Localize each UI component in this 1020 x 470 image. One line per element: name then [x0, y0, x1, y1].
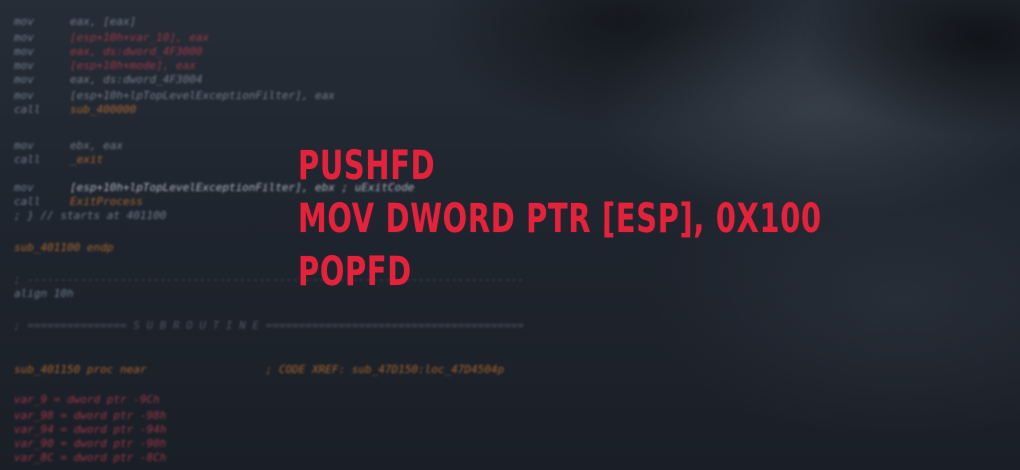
code-operand: _exit [70, 153, 104, 166]
code-mnemonic: mov [14, 139, 34, 152]
code-line: var_9 = dword ptr -9Ch [14, 393, 160, 406]
code-operand: [esp+10h+mode], eax [70, 59, 196, 72]
code-line: align 10h [14, 287, 74, 300]
code-operand: eax, ds:dword_4F3000 [70, 45, 203, 58]
code-line: var_98 = dword ptr -98h [14, 409, 167, 422]
code-operand: [esp+10h+lpTopLevelExceptionFilter], eax [70, 89, 335, 102]
code-mnemonic: call [14, 103, 41, 116]
code-line: var_94 = dword ptr -94h [14, 423, 167, 436]
code-operand: ebx, eax [70, 139, 123, 152]
code-line: var_8C = dword ptr -8Ch [14, 451, 167, 464]
headline-line-2: MOV DWORD PTR [ESP], 0X100 [298, 196, 822, 242]
code-operand: eax, ds:dword_4F3004 [70, 73, 203, 86]
code-operand: [esp+10h+var_10], eax [70, 31, 210, 44]
code-mnemonic: mov [14, 31, 34, 44]
headline-line-3: POPFD [298, 249, 412, 295]
code-mnemonic: mov [14, 181, 34, 194]
code-mnemonic: mov [14, 15, 34, 28]
code-mnemonic: call [14, 153, 41, 166]
code-mnemonic: mov [14, 73, 34, 86]
code-mnemonic: mov [14, 45, 34, 58]
code-mnemonic: mov [14, 89, 34, 102]
headline-line-1: PUSHFD [298, 143, 436, 189]
code-line: sub_401150 proc near ; CODE XREF: sub_47… [14, 363, 505, 376]
headline: PUSHFD MOV DWORD PTR [ESP], 0X100 POPFD [298, 140, 822, 299]
code-line: ; =============== S U B R O U T I N E ==… [14, 319, 524, 332]
code-mnemonic: mov [14, 59, 34, 72]
code-operand: sub_400000 [70, 103, 137, 116]
code-operand: ExitProcess [70, 195, 143, 208]
code-line: ; } // starts at 401100 [14, 209, 167, 222]
code-line: var_90 = dword ptr -90h [14, 437, 167, 450]
code-mnemonic: call [14, 195, 41, 208]
code-operand: eax, [eax] [70, 15, 137, 28]
hero-banner: mov eax, [eax] mov [esp+10h+var_10], eax mov… [0, 0, 1020, 470]
code-line: sub_401100 endp [14, 241, 114, 254]
